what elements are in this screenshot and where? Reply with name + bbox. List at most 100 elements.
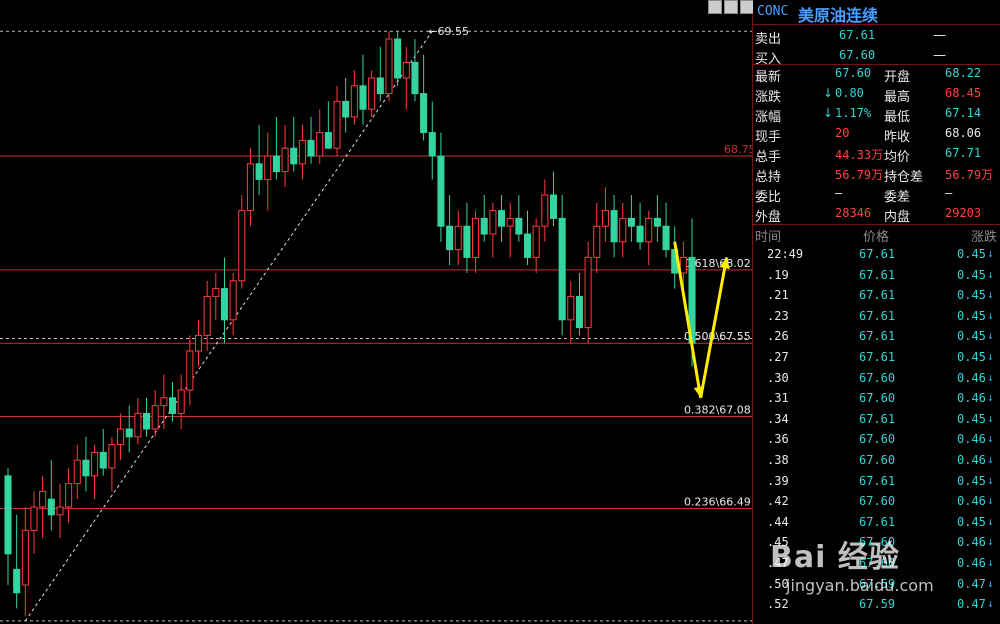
tick-price: 67.61 (859, 329, 896, 344)
candle-body (246, 163, 254, 212)
candle-body (480, 217, 488, 235)
tick-change: 0.45 (957, 288, 986, 303)
tick-time: .30 (767, 370, 789, 385)
sell-label: 卖出 (755, 32, 782, 47)
tick-time: .36 (767, 432, 789, 447)
candlestick-chart[interactable]: 68.750.618\68.020.500\67.550.382\67.080.… (0, 0, 752, 624)
candle-body (350, 85, 358, 118)
quote-label: 昨收 (884, 130, 911, 145)
candle-body (437, 155, 445, 227)
candle-body (532, 225, 540, 258)
quote-value: 28346 (835, 206, 872, 220)
candle-body (134, 412, 142, 438)
candle-body (575, 295, 583, 329)
fib-level-label: 68.75 (724, 143, 752, 156)
candle-body (541, 194, 549, 227)
contract-code: CONC (757, 4, 789, 19)
quote-label: 涨跌 (755, 90, 782, 105)
arrow-shaft (699, 257, 729, 399)
quote-row: 外盘 28346 内盘 29203 (753, 204, 1000, 225)
watermark: Bai 经验 jingyan.baidu.com (760, 520, 960, 610)
candle-body (463, 225, 471, 258)
candle-body (333, 100, 341, 149)
tick-time: .39 (767, 473, 789, 488)
candle-body (194, 334, 203, 352)
candle-body (255, 163, 263, 180)
tick-change: 0.45 (957, 308, 986, 323)
tick-price: 67.60 (859, 370, 896, 385)
buy-row: 买入 67.60 — (753, 46, 1000, 67)
watermark-logo: Bai 经验 (770, 540, 900, 575)
tick-row: .42 67.60 0.46 ↓ (753, 491, 1000, 512)
candle-body (523, 233, 532, 258)
quote-value: 20 (835, 126, 850, 140)
candle-body (73, 459, 81, 485)
down-arrow-icon: ↓ (987, 535, 994, 549)
candle-body (56, 506, 64, 516)
tick-price: 67.61 (859, 247, 896, 261)
candle-body (506, 217, 514, 227)
candle-body (160, 397, 168, 407)
down-arrow-icon: ↓ (987, 329, 994, 343)
tick-change: 0.45 (957, 350, 986, 364)
down-arrow-icon: ↓ (823, 86, 834, 100)
tick-row: .34 67.61 0.45 ↓ (753, 409, 1000, 430)
candle-body (428, 132, 436, 157)
candle-body (619, 217, 627, 243)
tick-row: .23 67.61 0.45 ↓ (753, 306, 1000, 327)
tick-change: 0.47 (957, 597, 986, 612)
col-change: 涨跌 (971, 230, 998, 245)
candle-body (342, 100, 350, 118)
down-arrow-icon: ↓ (987, 247, 994, 260)
down-arrow-icon: ↓ (987, 576, 994, 590)
tick-row: .19 67.61 0.45 ↓ (753, 265, 1000, 286)
tick-change: 0.45 (957, 329, 986, 344)
candle-body (567, 295, 575, 321)
candle-body (584, 256, 592, 329)
tick-change: 0.46 (957, 432, 986, 447)
col-price: 价格 (863, 230, 890, 245)
candle-body (324, 132, 332, 149)
candle-body (420, 93, 428, 134)
candle-body (489, 210, 497, 235)
quote-value: 68.22 (945, 66, 982, 80)
candle-body (662, 225, 670, 251)
quote-label: 总持 (755, 170, 782, 185)
candle-body (307, 139, 315, 157)
candle-body (515, 217, 523, 235)
quote-header: CONC 美原油连续 (753, 0, 1000, 25)
quote-row: 涨幅 ↓ 1.17% 最低 67.14 (753, 104, 1000, 125)
candle-body (143, 412, 151, 430)
down-arrow-icon: ↓ (987, 288, 994, 302)
down-arrow-icon: ↓ (987, 597, 994, 611)
candle-body (298, 139, 306, 165)
tick-time: .34 (767, 411, 789, 426)
quote-row: 委比 — 委差 — (753, 184, 1000, 205)
quote-value: 1.17% (835, 106, 872, 120)
contract-name: 美原油连续 (798, 6, 879, 25)
candle-body (13, 568, 21, 594)
quote-value: — (945, 186, 953, 200)
tick-change: 0.46 (957, 556, 986, 570)
candle-body (21, 529, 29, 586)
quote-label: 开盘 (884, 70, 911, 85)
window-icon[interactable] (708, 0, 722, 14)
candle-body (368, 77, 376, 110)
candle-body (264, 155, 272, 180)
tick-time: .31 (767, 391, 789, 406)
quote-value: 67.71 (945, 146, 982, 160)
candle-body (402, 61, 410, 79)
window-icon[interactable] (740, 0, 754, 14)
down-arrow-icon: ↓ (823, 106, 834, 120)
tick-row: .31 67.60 0.46 ↓ (753, 388, 1000, 409)
tick-row: .30 67.60 0.46 ↓ (753, 368, 1000, 389)
down-arrow-icon: ↓ (987, 411, 994, 425)
tick-time: .26 (767, 329, 789, 344)
candle-body (446, 225, 454, 251)
tick-price: 67.60 (859, 453, 896, 467)
tick-time: .42 (767, 494, 789, 509)
tick-price: 67.61 (859, 473, 896, 488)
window-icon[interactable] (724, 0, 738, 14)
candle-body (627, 217, 635, 227)
quote-row: 总手 44.33万 均价 67.71 (753, 144, 1000, 165)
